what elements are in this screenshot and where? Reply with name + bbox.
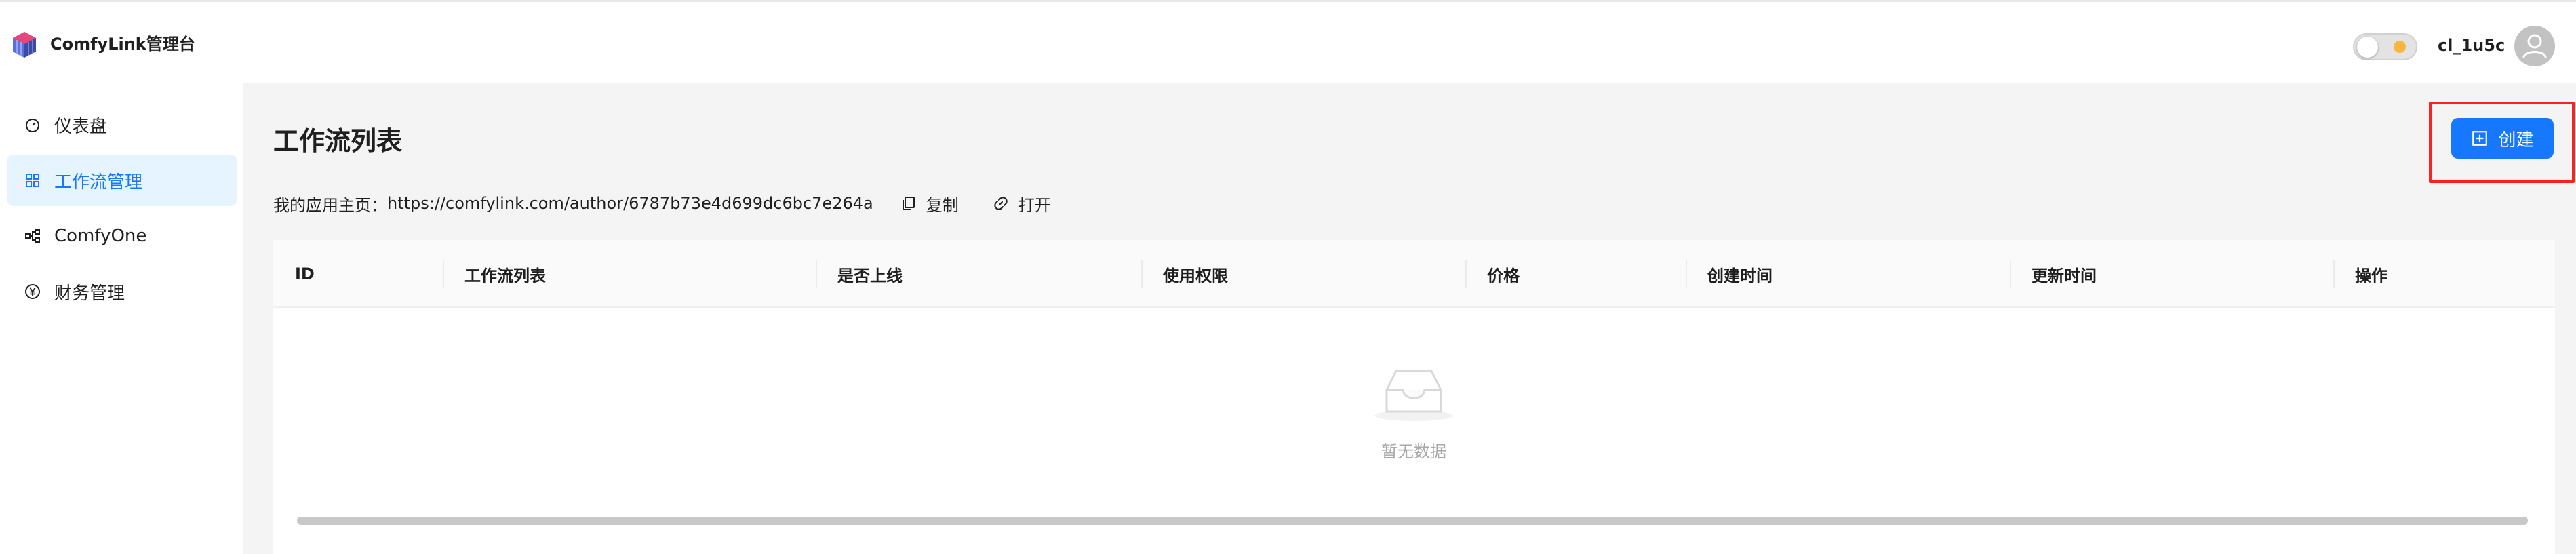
column-divider [1465, 260, 1467, 288]
column-header-label: 操作 [2355, 266, 2387, 285]
open-link-button[interactable]: 打开 [993, 192, 1051, 216]
column-divider [2010, 260, 2011, 288]
column-header-label: 更新时间 [2032, 266, 2097, 285]
column-header-updated: 更新时间 [2010, 240, 2333, 308]
column-header-label: 创建时间 [1707, 266, 1772, 285]
column-header-workflow: 工作流列表 [443, 240, 816, 308]
copy-icon [902, 197, 915, 210]
main-content: 工作流列表 创建 我的应用主页： https://comfylink.com/a… [243, 83, 2576, 554]
column-divider [816, 260, 817, 288]
toggle-knob [2357, 37, 2378, 58]
page-title: 工作流列表 [273, 126, 403, 156]
grid-icon [23, 171, 42, 190]
nodes-icon [23, 226, 42, 245]
sidebar-item-comfyone[interactable]: ComfyOne [7, 210, 237, 262]
copy-label: 复制 [926, 195, 959, 215]
column-divider [2333, 260, 2335, 288]
column-header-online: 是否上线 [816, 240, 1141, 308]
sidebar-item-label: 财务管理 [54, 283, 125, 304]
empty-state-text: 暂无数据 [1381, 442, 1446, 461]
comfylink-logo-icon [13, 32, 36, 58]
sidebar-item-label: 仪表盘 [54, 116, 108, 137]
table-header: ID 工作流列表 是否上线 使用权限 价格 创建时间 更新时间 操作 [273, 240, 2555, 308]
sun-icon [2394, 41, 2406, 53]
plus-square-icon [2472, 131, 2488, 146]
column-header-created: 创建时间 [1686, 240, 2010, 308]
brand-title: ComfyLink管理台 [50, 35, 195, 54]
sidebar: 仪表盘 工作流管理 ComfyOne 财务管理 [0, 83, 243, 554]
horizontal-scrollbar[interactable] [297, 517, 2528, 525]
open-label: 打开 [1018, 195, 1051, 215]
create-button-label: 创建 [2498, 130, 2534, 151]
workflow-table: ID 工作流列表 是否上线 使用权限 价格 创建时间 更新时间 操作 暂无数据 [273, 240, 2555, 554]
column-header-actions: 操作 [2333, 240, 2555, 308]
copy-link-button[interactable]: 复制 [900, 192, 959, 216]
sidebar-item-label: ComfyOne [54, 226, 147, 246]
dashboard-icon [23, 115, 42, 134]
column-header-label: 工作流列表 [464, 266, 546, 285]
username: cl_1u5c [2438, 36, 2505, 55]
column-divider [443, 260, 444, 288]
sidebar-item-label: 工作流管理 [54, 172, 143, 193]
column-divider [1141, 260, 1143, 288]
column-header-label: ID [295, 264, 315, 283]
column-header-price: 价格 [1465, 240, 1686, 308]
create-button[interactable]: 创建 [2451, 118, 2554, 159]
sidebar-item-finance[interactable]: 财务管理 [7, 266, 237, 317]
homepage-row: 我的应用主页： https://comfylink.com/author/678… [273, 190, 1051, 217]
top-header: ComfyLink管理台 cl_1u5c [0, 0, 2576, 83]
column-header-permission: 使用权限 [1141, 240, 1465, 308]
column-header-id: ID [273, 240, 443, 308]
theme-toggle[interactable] [2353, 33, 2417, 60]
column-header-label: 是否上线 [837, 266, 903, 285]
sidebar-item-workflow-management[interactable]: 工作流管理 [7, 155, 237, 206]
yen-icon [23, 282, 42, 301]
link-icon [994, 197, 1008, 210]
column-divider [1686, 260, 1687, 288]
column-header-label: 价格 [1487, 266, 1520, 285]
column-header-label: 使用权限 [1163, 266, 1228, 285]
avatar[interactable] [2514, 26, 2555, 66]
sidebar-item-dashboard[interactable]: 仪表盘 [7, 99, 237, 151]
empty-inbox-icon [1374, 370, 1453, 421]
user-icon [2522, 34, 2547, 58]
homepage-label: 我的应用主页： [273, 195, 387, 215]
homepage-url: https://comfylink.com/author/6787b73e4d6… [387, 194, 873, 213]
